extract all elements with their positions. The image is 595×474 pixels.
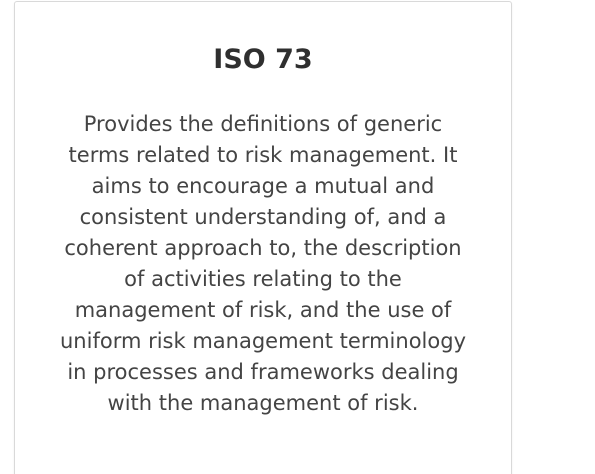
card-title: ISO 73 (213, 44, 313, 75)
standard-card: ISO 73 Provides the definitions of gener… (14, 1, 512, 474)
card-description: Provides the definitions of generic term… (60, 112, 466, 415)
